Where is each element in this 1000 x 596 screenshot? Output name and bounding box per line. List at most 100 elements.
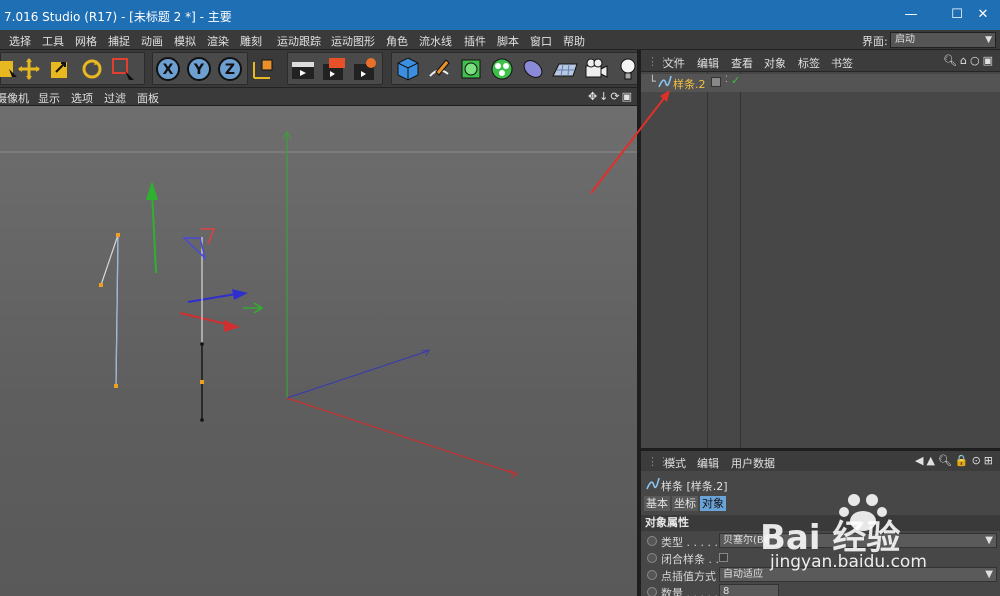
title-bar: 7.016 Studio (R17) - [未标题 2 *] - 主要 — ☐ … (0, 0, 1000, 30)
om-menu-view[interactable]: 查看 (731, 55, 753, 71)
om-toolbar-icons[interactable]: 🔍︎⌂○▣ (943, 54, 996, 67)
menu-simulate[interactable]: 模拟 (174, 33, 196, 49)
menu-sculpt[interactable]: 雕刻 (240, 33, 262, 49)
z-axis-lock-icon[interactable]: Z (215, 53, 245, 84)
spline-1-point[interactable] (114, 384, 118, 388)
menu-select[interactable]: 选择 (9, 33, 31, 49)
y-axis-lock-icon[interactable]: Y (184, 53, 214, 84)
animate-radio[interactable] (647, 570, 657, 580)
deformer-icon[interactable] (518, 53, 548, 84)
object-list[interactable] (641, 72, 1000, 448)
object-manager: ⋮⋮⋮ 文件 编辑 查看 对象 标签 书签 🔍︎⌂○▣ └ 样条.2 ⁚ ✓ (641, 50, 1000, 448)
attr-menu-user-data[interactable]: 用户数据 (731, 455, 775, 471)
menu-window[interactable]: 窗口 (530, 33, 552, 49)
attr-menu-mode[interactable]: 模式 (664, 455, 686, 471)
viewport-menu-display[interactable]: 显示 (38, 90, 60, 106)
spline-1-point[interactable] (99, 283, 103, 287)
column-divider (740, 72, 741, 448)
cloner-icon[interactable] (487, 53, 517, 84)
menu-character[interactable]: 角色 (386, 33, 408, 49)
gizmo-x-axis[interactable] (179, 312, 231, 326)
cube-icon[interactable] (393, 53, 423, 84)
viewport-menu-options[interactable]: 选项 (71, 90, 93, 106)
gizmo-x-arrow[interactable] (224, 320, 240, 332)
tab-object[interactable]: 对象 (700, 496, 726, 511)
attribute-menu: ⋮⋮⋮ 模式 编辑 用户数据 ◀▲🔍︎🔒⊙⊞ (641, 451, 1000, 471)
tab-coordinates[interactable]: 坐标 (672, 496, 698, 511)
3d-viewport[interactable] (0, 106, 637, 596)
menu-mesh[interactable]: 网格 (75, 33, 97, 49)
coordinate-system-icon[interactable] (248, 53, 278, 84)
animate-radio[interactable] (647, 553, 657, 563)
x-axis-lock-icon[interactable]: X (153, 53, 183, 84)
attr-toolbar-icons[interactable]: ◀▲🔍︎🔒⊙⊞ (915, 454, 996, 467)
attr-label: 点插值方式 (661, 570, 716, 583)
menu-help[interactable]: 帮助 (563, 33, 585, 49)
render-view-icon[interactable] (288, 53, 318, 84)
spline-object-icon (658, 74, 672, 93)
visibility-dots-icon[interactable]: ⁚ (725, 75, 728, 85)
spline-2-point[interactable] (200, 380, 204, 384)
spline-1-point[interactable] (116, 233, 120, 237)
world-x-axis (286, 397, 517, 475)
om-menu-object[interactable]: 对象 (764, 55, 786, 71)
attr-menu-edit[interactable]: 编辑 (697, 455, 719, 471)
gizmo-z-axis[interactable] (187, 293, 237, 303)
gizmo-handle[interactable] (243, 302, 264, 314)
viewport-menu-panel[interactable]: 面板 (137, 90, 159, 106)
menu-tools[interactable]: 工具 (42, 33, 64, 49)
spline-2-point[interactable] (200, 418, 204, 422)
menu-render[interactable]: 渲染 (207, 33, 229, 49)
menu-mograph[interactable]: 运动图形 (331, 33, 375, 49)
minimize-button[interactable]: — (896, 4, 926, 26)
gizmo-y-arrow[interactable] (146, 181, 158, 200)
world-z-axis (286, 350, 429, 399)
layout-label: 界面: (862, 35, 888, 48)
om-menu-edit[interactable]: 编辑 (697, 55, 719, 71)
om-menu-tags[interactable]: 标签 (798, 55, 820, 71)
close-button[interactable]: ✕ (968, 4, 998, 26)
tab-basic[interactable]: 基本 (644, 496, 670, 511)
move-icon[interactable] (14, 53, 44, 84)
render-picture-viewer-icon[interactable] (319, 53, 349, 84)
viewport-menu: 摄像机 显示 选项 过滤 面板 ✥↓⟳▣ (0, 88, 640, 106)
menu-snap[interactable]: 捕捉 (108, 33, 130, 49)
menu-plugins[interactable]: 插件 (464, 33, 486, 49)
window-title: 7.016 Studio (R17) - [未标题 2 *] - 主要 (4, 10, 232, 24)
pen-icon[interactable] (424, 53, 454, 84)
spline-2-point[interactable] (200, 342, 204, 346)
render-settings-icon[interactable] (350, 53, 380, 84)
menu-script[interactable]: 脚本 (497, 33, 519, 49)
om-menu-file[interactable]: 文件 (663, 55, 685, 71)
layer-icon[interactable] (711, 77, 721, 87)
layout-value: 启动 (895, 34, 915, 45)
rotate-icon[interactable] (77, 53, 107, 84)
scale-icon[interactable] (45, 53, 75, 84)
object-name[interactable]: 样条.2 (673, 76, 706, 92)
gizmo-y-axis[interactable] (151, 189, 157, 274)
animate-radio[interactable] (647, 536, 657, 546)
camera-icon[interactable] (581, 53, 611, 84)
enabled-check-icon[interactable]: ✓ (731, 74, 740, 87)
z-axis-label: Z (225, 62, 235, 78)
cinema4d-window: 7.016 Studio (R17) - [未标题 2 *] - 主要 — ☐ … (0, 0, 1000, 596)
menu-motion-tracking[interactable]: 运动跟踪 (277, 33, 321, 49)
viewport-nav-icons[interactable]: ✥↓⟳▣ (588, 90, 634, 103)
close-spline-checkbox[interactable] (719, 553, 728, 562)
animate-radio[interactable] (647, 587, 657, 596)
menu-pipeline[interactable]: 流水线 (419, 33, 452, 49)
floor-icon[interactable] (550, 53, 580, 84)
gizmo-z-arrow[interactable] (232, 289, 248, 300)
menu-animate[interactable]: 动画 (141, 33, 163, 49)
recent-tool-icon[interactable] (108, 53, 138, 84)
om-menu-bookmarks[interactable]: 书签 (831, 55, 853, 71)
subdivision-icon[interactable] (456, 53, 486, 84)
menu-bar: 选择 工具 网格 捕捉 动画 模拟 渲染 雕刻 运动跟踪 运动图形 角色 流水线… (0, 30, 1000, 50)
layout-select[interactable]: 启动 ▼ (890, 32, 996, 48)
viewport-menu-camera[interactable]: 摄像机 (0, 90, 29, 106)
viewport-menu-filter[interactable]: 过滤 (104, 90, 126, 106)
x-axis-label: X (163, 62, 174, 78)
spline-1-path[interactable] (100, 234, 119, 387)
interpolation-value: 自动适应 (723, 569, 763, 580)
object-row[interactable]: └ 样条.2 ⁚ ✓ (641, 74, 1000, 92)
